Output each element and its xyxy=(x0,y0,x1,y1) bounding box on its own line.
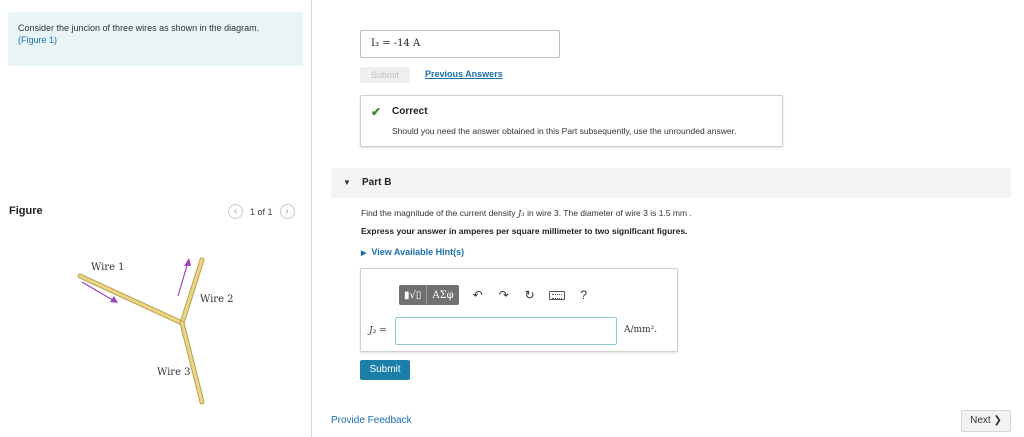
math-toolbar: ▮√▯ ΑΣφ ↶ ↷ ↻ ? xyxy=(399,285,591,305)
arrowhead-2-icon xyxy=(184,258,191,266)
triangle-right-icon: ▶ xyxy=(361,250,367,257)
j3-input-label: J₃ = xyxy=(369,326,387,336)
checkmark-icon: ✔ xyxy=(371,105,382,119)
reset-icon[interactable]: ↻ xyxy=(523,288,537,302)
provide-feedback-link[interactable]: Provide Feedback xyxy=(331,415,412,426)
help-icon[interactable]: ? xyxy=(577,288,591,302)
left-pane: Consider the juncion of three wires as s… xyxy=(0,0,312,437)
j3-answer-input[interactable] xyxy=(395,317,617,345)
wire-3-label: Wire 3 xyxy=(157,367,191,378)
toolbar-button-group: ▮√▯ ΑΣφ xyxy=(399,285,459,305)
previous-answers-link[interactable]: Previous Answers xyxy=(425,69,503,79)
part-a-answer-field: I₃ = -14 A xyxy=(360,30,560,58)
hints-label: View Available Hint(s) xyxy=(371,247,465,257)
keyboard-icon[interactable] xyxy=(548,290,565,300)
question-symbol: J₃ xyxy=(517,209,525,219)
question-end: in wire 3. The diameter of wire 3 is 1.5… xyxy=(524,208,692,218)
next-button[interactable]: Next ❯ xyxy=(961,410,1011,432)
part-b-title: Part B xyxy=(362,177,392,188)
undo-icon[interactable]: ↶ xyxy=(471,288,485,302)
figure-link[interactable]: (Figure 1) xyxy=(18,34,293,46)
question-start: Find the magnitude of the current densit… xyxy=(361,208,518,218)
chevron-left-icon[interactable]: ‹ xyxy=(228,204,243,219)
correct-feedback-box: ✔ Correct Should you need the answer obt… xyxy=(360,95,783,147)
part-b-question: Find the magnitude of the current densit… xyxy=(361,208,692,219)
current-arrow-2 xyxy=(177,261,189,297)
part-b-submit-button[interactable]: Submit xyxy=(360,360,410,380)
next-label: Next xyxy=(970,415,991,426)
prompt-text: Consider the juncion of three wires as s… xyxy=(18,23,260,33)
chevron-right-icon[interactable]: › xyxy=(279,204,295,219)
part-b-header[interactable]: ▼ Part B xyxy=(331,168,1011,198)
collapse-triangle-icon[interactable]: ▼ xyxy=(343,178,351,187)
symbols-button[interactable]: ΑΣφ xyxy=(426,285,458,305)
part-b-instruction: Express your answer in amperes per squar… xyxy=(361,226,688,236)
figure-heading: Figure xyxy=(9,205,43,217)
wire-2-label: Wire 2 xyxy=(200,294,234,305)
view-hints-link[interactable]: ▶ View Available Hint(s) xyxy=(361,247,464,257)
feedback-title: Correct xyxy=(392,106,428,117)
right-pane: I₃ = -14 A Submit Previous Answers ✔ Cor… xyxy=(313,0,1024,437)
answer-units: A/mm². xyxy=(624,325,658,335)
answer-editor: ▮√▯ ΑΣφ ↶ ↷ ↻ ? J₃ = A/mm². xyxy=(360,268,678,352)
chevron-right-icon: ❯ xyxy=(993,415,1002,426)
figure-counter: 1 of 1 xyxy=(250,206,273,217)
part-a-submit-button: Submit xyxy=(360,67,410,83)
wire-junction-diagram: Wire 1 Wire 2 Wire 3 xyxy=(77,257,234,405)
wire-2-highlight xyxy=(180,258,204,325)
problem-prompt: Consider the juncion of three wires as s… xyxy=(8,12,303,66)
feedback-message: Should you need the answer obtained in t… xyxy=(392,126,737,136)
wire-1-highlight xyxy=(78,274,184,325)
wire-3-highlight xyxy=(180,321,204,404)
templates-button[interactable]: ▮√▯ xyxy=(399,285,426,305)
redo-icon[interactable]: ↷ xyxy=(497,288,511,302)
figure-navigation: ‹ 1 of 1 › xyxy=(228,204,295,219)
wire-1-label: Wire 1 xyxy=(91,262,125,273)
